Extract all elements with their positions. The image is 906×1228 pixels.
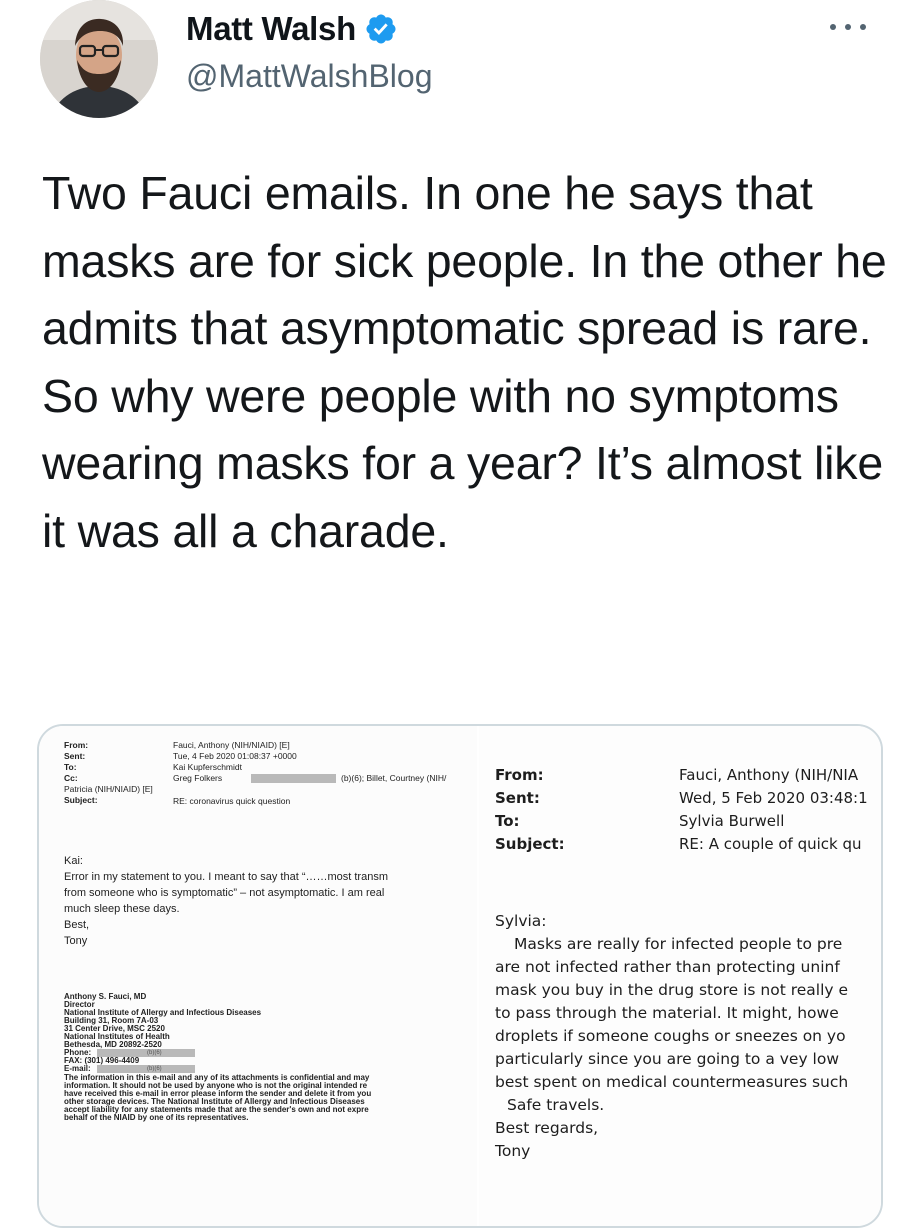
- redaction-label: (b)(6): [147, 1050, 162, 1056]
- author-display-name[interactable]: Matt Walsh: [186, 10, 356, 48]
- header-value-from: Fauci, Anthony (NIH/NIAID) [E]: [173, 740, 290, 750]
- email-body-line-2: are not infected rather than protecting …: [495, 958, 840, 976]
- header-value-cc-cont: Patricia (NIH/NIAID) [E]: [64, 784, 153, 794]
- email-greeting: Kai:: [64, 855, 83, 867]
- author-name-row: Matt Walsh: [186, 10, 398, 48]
- email-closing: Best,: [64, 919, 90, 931]
- header-value-to: Kai Kupferschmidt: [173, 762, 242, 772]
- email-closing: Best regards,: [495, 1119, 599, 1137]
- email-body-line-4: to pass through the material. It might, …: [495, 1004, 839, 1022]
- header-label-sent: Sent:: [64, 751, 86, 761]
- email-body-line-3: mask you buy in the drug store is not re…: [495, 981, 849, 999]
- header-label-to: To:: [64, 762, 77, 772]
- email-body-line-2: from someone who is symptomatic” – not a…: [64, 887, 385, 899]
- email-body-line-3: much sleep these days.: [64, 903, 180, 915]
- email-body-line-7: best spent on medical countermeasures su…: [495, 1073, 849, 1091]
- avatar-image: [40, 0, 158, 118]
- email-screenshot-left: From: Fauci, Anthony (NIH/NIAID) [E] Sen…: [39, 726, 477, 1226]
- header-label-sent: Sent:: [495, 789, 540, 807]
- header-value-sent: Tue, 4 Feb 2020 01:08:37 +0000: [173, 751, 297, 761]
- author-handle[interactable]: @MattWalshBlog: [186, 58, 432, 95]
- header-label-subject: Subject:: [495, 835, 565, 853]
- verified-badge-icon: [366, 14, 396, 44]
- email-body-line-1: Error in my statement to you. I meant to…: [64, 871, 388, 883]
- more-options-icon[interactable]: [826, 8, 876, 38]
- email-body-line-6: particularly since you are going to a ve…: [495, 1050, 840, 1068]
- header-value-sent: Wed, 5 Feb 2020 03:48:1: [679, 789, 868, 807]
- tweet-text: Two Fauci emails. In one he says that ma…: [42, 167, 887, 557]
- tweet-media-image[interactable]: From: Fauci, Anthony (NIH/NIAID) [E] Sen…: [37, 724, 883, 1228]
- disclaimer-line-6: behalf of the NIAID by one of its repres…: [64, 1113, 249, 1122]
- header-value-from: Fauci, Anthony (NIH/NIA: [679, 766, 859, 784]
- author-avatar[interactable]: [40, 0, 158, 118]
- header-label-from: From:: [64, 740, 89, 750]
- email-sign: Tony: [64, 935, 88, 947]
- redaction-box: [97, 1065, 195, 1073]
- header-label-cc: Cc:: [64, 773, 78, 783]
- email-screenshot-right: From: Fauci, Anthony (NIH/NIA Sent: Wed,…: [479, 726, 881, 1226]
- header-value-subject: RE: coronavirus quick question: [173, 796, 291, 806]
- header-label-from: From:: [495, 766, 544, 784]
- email-body-line-1: Masks are really for infected people to …: [514, 935, 843, 953]
- email-greeting: Sylvia:: [495, 912, 547, 930]
- email-farewell: Safe travels.: [507, 1096, 605, 1114]
- redaction-box: [251, 774, 336, 783]
- header-label-to: To:: [495, 812, 520, 830]
- header-value-cc: Greg Folkers: [173, 773, 223, 783]
- email-sign: Tony: [495, 1142, 531, 1160]
- header-value-subject: RE: A couple of quick qu: [679, 835, 862, 853]
- header-value-cc-extra: (b)(6); Billet, Courtney (NIH/: [341, 773, 447, 783]
- header-label-subject: Subject:: [64, 795, 98, 805]
- email-body-line-5: droplets if someone coughs or sneezes on…: [495, 1027, 846, 1045]
- header-value-to: Sylvia Burwell: [679, 812, 785, 830]
